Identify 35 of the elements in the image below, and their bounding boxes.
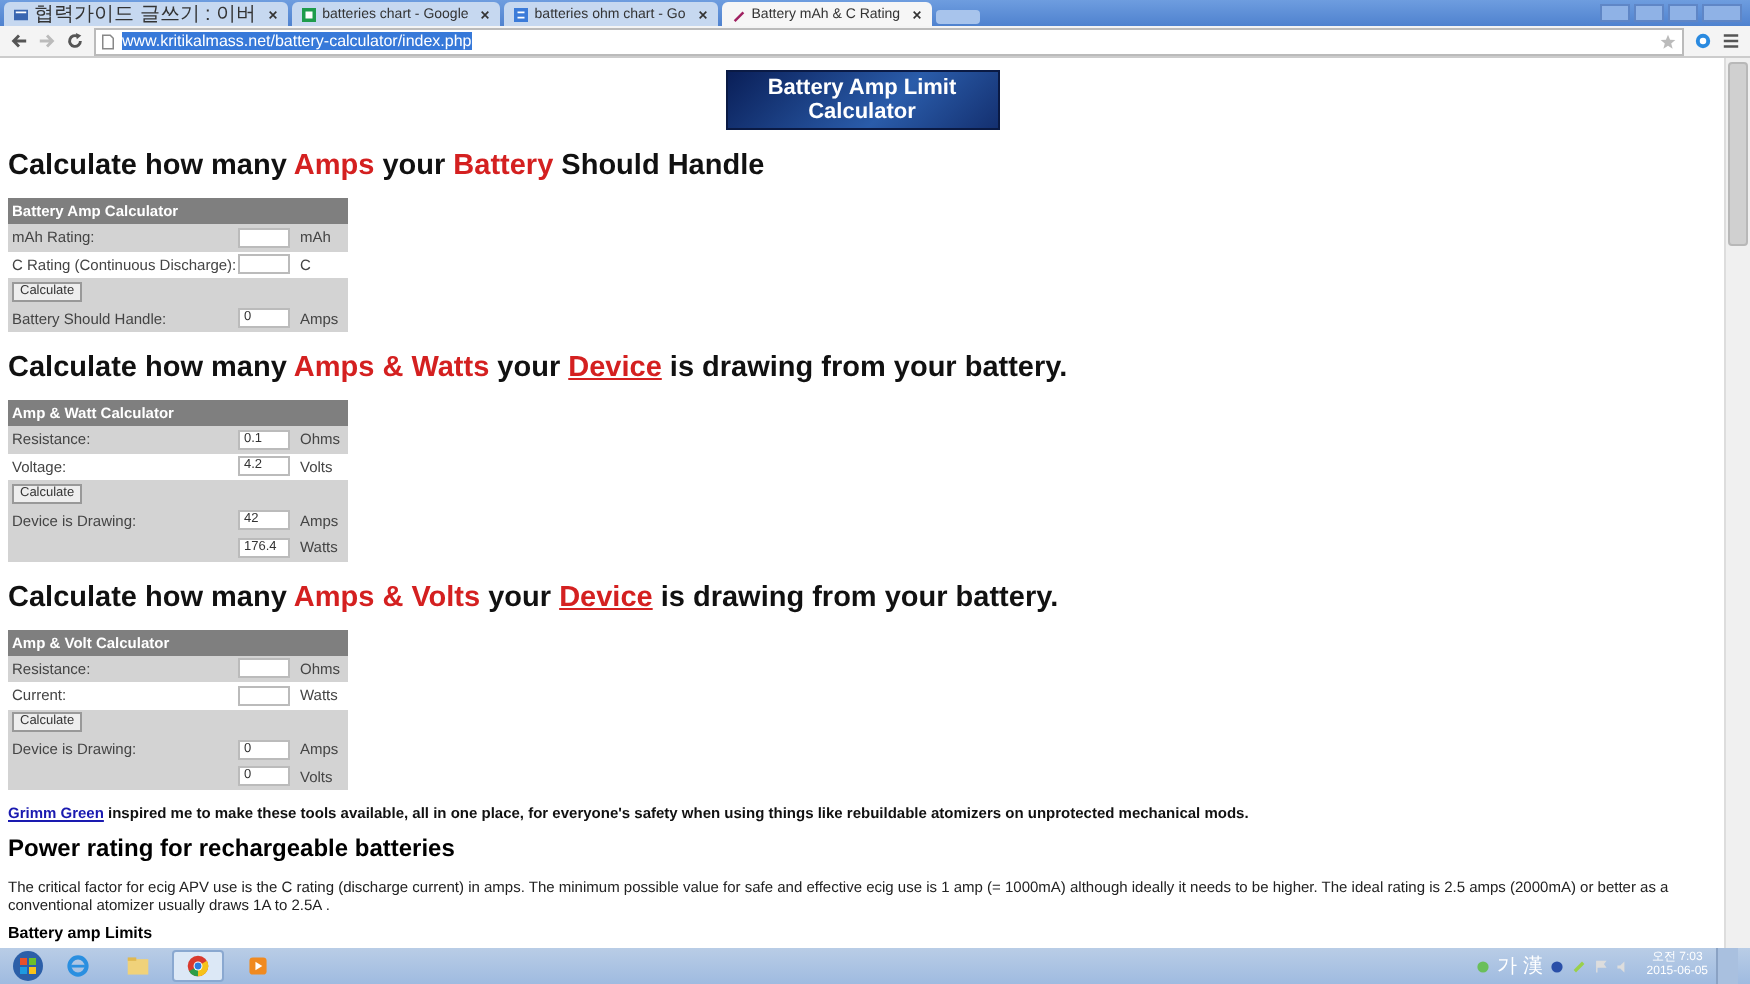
back-icon[interactable] [10,32,28,50]
scrollbar-thumb[interactable] [1728,62,1748,246]
play-icon[interactable] [246,954,270,978]
reload-icon[interactable] [66,32,84,50]
page-icon [102,33,114,49]
input-field[interactable] [238,227,290,248]
flag-icon[interactable] [1594,959,1609,973]
browser-tab[interactable]: 협력가이드 글쓰기 : 이버 [4,2,289,26]
scrollbar[interactable] [1724,58,1750,948]
section-heading: Calculate how many Amps & Watts your Device is drawing from your battery. [8,352,1070,384]
menu-icon[interactable] [1722,32,1740,50]
battery-icon [731,7,746,21]
show-desktop-button[interactable] [1716,948,1738,984]
section-heading: Calculate how many Amps & Volts your Device is drawing from your battery. [8,581,1061,613]
input-field[interactable] [238,658,290,679]
spreadsheet-icon [302,7,317,21]
start-button[interactable] [12,950,44,982]
document-icon [514,7,529,21]
browser-e-icon[interactable] [66,954,90,978]
new-tab-button[interactable] [936,10,981,24]
star-icon[interactable] [1660,33,1676,49]
section-heading: Battery amp Limits [8,924,155,942]
folder-icon[interactable] [126,954,150,978]
device-link[interactable]: Device [559,581,653,613]
address-bar[interactable]: www.kritikalmass.net/battery-calculator/index.php [94,27,1684,55]
input-field[interactable] [238,685,290,706]
device-link[interactable]: Device [568,352,662,384]
forward-icon[interactable] [38,32,56,50]
input-field[interactable] [238,254,290,275]
page-icon [14,7,28,21]
extension-icon[interactable] [1694,32,1712,50]
section-heading: Power rating for rechargeable batteries [8,834,457,862]
section-heading: Calculate how many Amps your Battery Should Handle [8,150,767,182]
site-logo: Battery Amp Limit Calculator [725,70,999,130]
chrome-icon[interactable] [186,954,210,978]
